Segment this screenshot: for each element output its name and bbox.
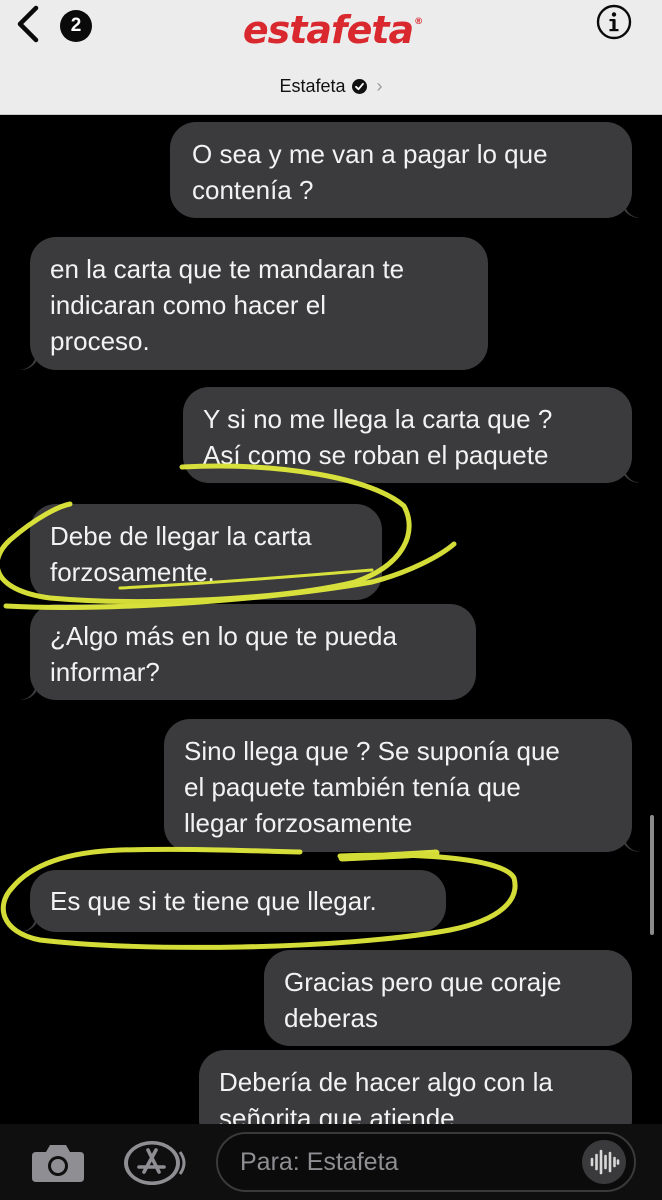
compose-field[interactable]: [216, 1132, 636, 1192]
registered-mark-icon: ®: [414, 17, 423, 27]
chevron-right-icon: ›: [376, 75, 383, 96]
contact-name: Estafeta: [279, 75, 346, 96]
message-bubble-sent[interactable]: O sea y me van a pagar lo que contenía ?: [170, 122, 632, 218]
compose-input[interactable]: [240, 1134, 560, 1190]
chevron-left-icon: [17, 5, 39, 43]
conversation-header: 2 estafeta ® Estafeta ›: [0, 0, 662, 115]
back-button[interactable]: 2: [14, 4, 94, 44]
voice-waveform-icon[interactable]: [582, 1140, 626, 1184]
bubble-tail-icon: [20, 684, 36, 700]
message-bubble-sent[interactable]: Sino llega que ? Se suponía que el paque…: [164, 719, 632, 852]
logo-wordmark: estafeta: [242, 8, 414, 52]
message-bubble-received[interactable]: ¿Algo más en lo que te pueda informar?: [30, 604, 476, 700]
estafeta-logo: estafeta ®: [230, 8, 435, 52]
contact-name-button[interactable]: Estafeta ›: [0, 72, 662, 100]
conversation-screen: 2 estafeta ® Estafeta › O sea y me van a…: [0, 0, 662, 1200]
app-store-icon[interactable]: [122, 1138, 186, 1188]
message-bubble-sent[interactable]: Y si no me llega la carta que ? Así como…: [183, 387, 632, 483]
message-bubble-sent[interactable]: Gracias pero que coraje deberas: [264, 950, 632, 1046]
camera-icon[interactable]: [30, 1142, 86, 1184]
message-bubble-received[interactable]: Es que si te tiene que llegar.: [30, 870, 446, 932]
bubble-tail-icon: [624, 836, 640, 852]
message-bubble-received[interactable]: en la carta que te mandaran te indicaran…: [30, 237, 488, 370]
bubble-tail-icon: [624, 202, 640, 218]
message-composer-bar: [0, 1124, 662, 1200]
verified-badge-icon: [351, 78, 367, 94]
message-bubble-received[interactable]: Debe de llegar la carta forzosamente.: [30, 504, 382, 600]
unread-count-badge: 2: [60, 10, 92, 42]
bubble-tail-icon: [20, 354, 36, 370]
bubble-tail-icon: [624, 467, 640, 483]
scrollbar[interactable]: [650, 815, 654, 935]
info-icon[interactable]: [596, 4, 632, 40]
bubble-tail-icon: [20, 916, 36, 932]
